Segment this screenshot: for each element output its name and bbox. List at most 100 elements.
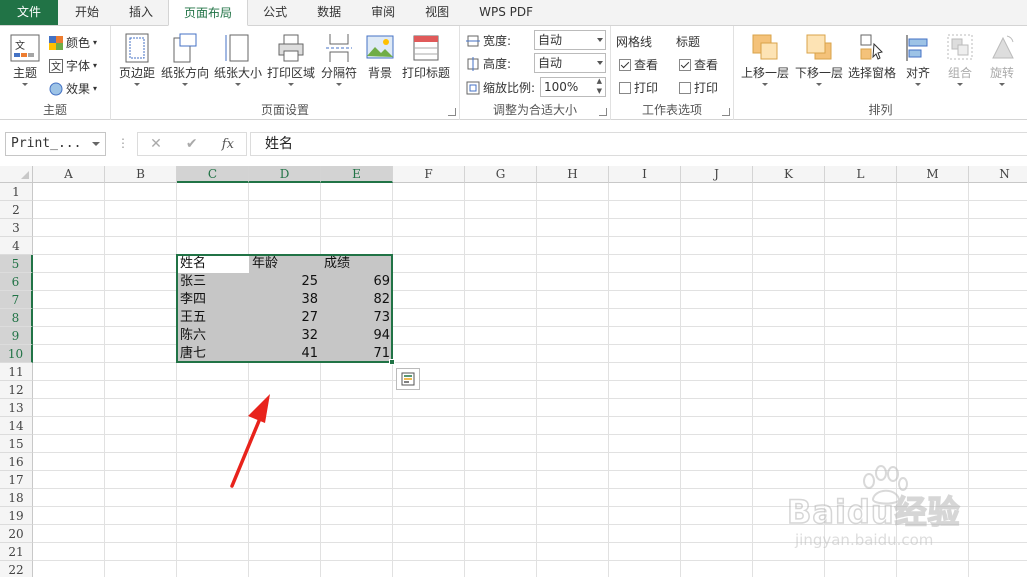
tab-6[interactable]: 审阅 <box>356 0 410 25</box>
table-cell[interactable]: 李四 <box>177 291 249 309</box>
column-header-a[interactable]: A <box>33 166 105 183</box>
row-header-16[interactable]: 16 <box>0 453 33 471</box>
tab-8[interactable]: WPS PDF <box>464 0 548 25</box>
column-header-b[interactable]: B <box>105 166 177 183</box>
table-cell[interactable]: 69 <box>321 273 393 291</box>
gridlines-print-checkbox[interactable]: 打印 <box>619 79 658 96</box>
row-header-11[interactable]: 11 <box>0 363 33 381</box>
select-all-corner[interactable] <box>0 166 33 183</box>
row-header-3[interactable]: 3 <box>0 219 33 237</box>
row-header-9[interactable]: 9 <box>0 327 33 345</box>
fonts-button[interactable]: 文 字体 ▾ <box>49 57 97 74</box>
quick-analysis-button[interactable] <box>396 368 420 390</box>
column-header-n[interactable]: N <box>969 166 1027 183</box>
column-header-f[interactable]: F <box>393 166 465 183</box>
send-backward-button[interactable]: 下移一层 <box>792 32 846 86</box>
print-area-button[interactable]: 打印区域 <box>266 32 316 86</box>
table-cell[interactable]: 94 <box>321 327 393 345</box>
scale-stepper[interactable]: 100% ▲ ▼ <box>540 77 606 97</box>
row-header-15[interactable]: 15 <box>0 435 33 453</box>
row-header-7[interactable]: 7 <box>0 291 33 309</box>
tab-0[interactable]: 文件 <box>0 0 59 25</box>
insert-function-icon[interactable]: fx <box>222 137 234 152</box>
column-header-k[interactable]: K <box>753 166 825 183</box>
column-header-i[interactable]: I <box>609 166 681 183</box>
column-header-l[interactable]: L <box>825 166 897 183</box>
row-header-17[interactable]: 17 <box>0 471 33 489</box>
column-header-j[interactable]: J <box>681 166 753 183</box>
colors-button[interactable]: 颜色 ▾ <box>49 34 97 51</box>
tab-3[interactable]: 页面布局 <box>168 0 249 26</box>
header-cell[interactable]: 姓名 <box>177 255 249 273</box>
row-header-1[interactable]: 1 <box>0 183 33 201</box>
group-button[interactable]: 组合 <box>942 32 978 86</box>
enter-icon[interactable]: ✔ <box>186 136 198 152</box>
name-box[interactable]: Print_... <box>5 132 106 156</box>
row-header-14[interactable]: 14 <box>0 417 33 435</box>
row-header-6[interactable]: 6 <box>0 273 33 291</box>
column-header-m[interactable]: M <box>897 166 969 183</box>
table-cell[interactable]: 38 <box>249 291 321 309</box>
row-header-12[interactable]: 12 <box>0 381 33 399</box>
bring-forward-button[interactable]: 上移一层 <box>738 32 792 86</box>
margins-button[interactable]: 页边距 <box>117 32 157 86</box>
table-cell[interactable]: 25 <box>249 273 321 291</box>
row-header-4[interactable]: 4 <box>0 237 33 255</box>
row-header-5[interactable]: 5 <box>0 255 33 273</box>
table-cell[interactable]: 唐七 <box>177 345 249 363</box>
selection-pane-button[interactable]: 选择窗格 <box>845 32 899 81</box>
column-header-c[interactable]: C <box>177 166 249 183</box>
page-setup-launcher-icon[interactable] <box>448 108 456 116</box>
table-cell[interactable]: 73 <box>321 309 393 327</box>
size-button[interactable]: 纸张大小 <box>213 32 263 86</box>
rotate-button[interactable]: 旋转 <box>984 32 1020 86</box>
orientation-button[interactable]: 纸张方向 <box>161 32 209 86</box>
row-header-20[interactable]: 20 <box>0 525 33 543</box>
row-header-21[interactable]: 21 <box>0 543 33 561</box>
column-header-e[interactable]: E <box>321 166 393 183</box>
row-header-19[interactable]: 19 <box>0 507 33 525</box>
header-cell[interactable]: 年龄 <box>249 255 321 273</box>
tab-7[interactable]: 视图 <box>410 0 464 25</box>
chevron-down-icon[interactable] <box>92 142 100 146</box>
gridlines-view-checkbox[interactable]: 查看 <box>619 56 658 73</box>
table-cell[interactable]: 41 <box>249 345 321 363</box>
table-cell[interactable]: 27 <box>249 309 321 327</box>
table-cell[interactable]: 王五 <box>177 309 249 327</box>
tab-4[interactable]: 公式 <box>248 0 302 25</box>
row-header-10[interactable]: 10 <box>0 345 33 363</box>
cancel-icon[interactable]: ✕ <box>150 136 162 152</box>
row-header-22[interactable]: 22 <box>0 561 33 577</box>
headings-print-checkbox[interactable]: 打印 <box>679 79 718 96</box>
background-button[interactable]: 背景 <box>363 32 397 81</box>
column-header-h[interactable]: H <box>537 166 609 183</box>
formula-input[interactable]: 姓名 <box>250 132 1027 156</box>
header-cell[interactable]: 成绩 <box>321 255 393 273</box>
width-select[interactable]: 自动 <box>534 30 606 50</box>
align-button[interactable]: 对齐 <box>900 32 936 86</box>
row-header-13[interactable]: 13 <box>0 399 33 417</box>
print-titles-button[interactable]: 打印标题 <box>400 32 452 81</box>
table-cell[interactable]: 32 <box>249 327 321 345</box>
breaks-button[interactable]: 分隔符 <box>319 32 359 86</box>
row-header-18[interactable]: 18 <box>0 489 33 507</box>
table-cell[interactable]: 82 <box>321 291 393 309</box>
sheet-options-launcher-icon[interactable] <box>722 108 730 116</box>
table-cell[interactable]: 张三 <box>177 273 249 291</box>
table-cell[interactable]: 陈六 <box>177 327 249 345</box>
row-header-2[interactable]: 2 <box>0 201 33 219</box>
scale-launcher-icon[interactable] <box>599 108 607 116</box>
height-select[interactable]: 自动 <box>534 53 606 73</box>
column-header-g[interactable]: G <box>465 166 537 183</box>
tab-1[interactable]: 开始 <box>60 0 114 25</box>
effects-button[interactable]: 效果 ▾ <box>49 80 97 97</box>
headings-view-checkbox[interactable]: 查看 <box>679 56 718 73</box>
table-cell[interactable]: 71 <box>321 345 393 363</box>
theme-button[interactable]: 文 主题 <box>6 32 44 86</box>
column-header-d[interactable]: D <box>249 166 321 183</box>
tab-2[interactable]: 插入 <box>114 0 168 25</box>
row-header-8[interactable]: 8 <box>0 309 33 327</box>
tab-5[interactable]: 数据 <box>302 0 356 25</box>
fill-handle[interactable] <box>389 359 395 365</box>
stepper-arrows-icon[interactable]: ▲ ▼ <box>597 76 602 96</box>
